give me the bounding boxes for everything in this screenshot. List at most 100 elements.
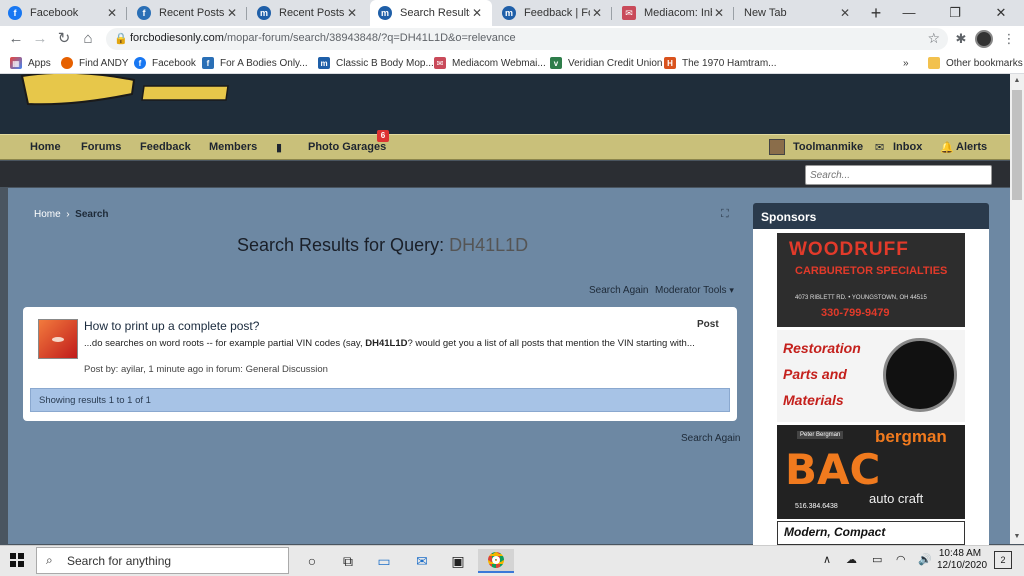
bookmark-mediacom[interactable]: ✉ Mediacom Webmai... [434, 55, 546, 71]
store-icon[interactable]: ▣ [448, 551, 468, 571]
close-tab-icon[interactable]: ✕ [470, 6, 484, 20]
tab-mediacom[interactable]: ✉ Mediacom: Inbox ✕ [614, 0, 734, 26]
task-view-icon[interactable]: ⧉ [338, 551, 358, 571]
close-tab-icon[interactable]: ✕ [345, 6, 359, 20]
close-tab-icon[interactable]: ✕ [590, 6, 604, 20]
mopar-icon: m [378, 6, 392, 20]
mail-app-icon[interactable]: ✉ [412, 551, 432, 571]
close-window-button[interactable]: ✕ [978, 0, 1024, 26]
chevron-down-icon: ▾ [729, 285, 734, 295]
bookmark-classic-b-body[interactable]: m Classic B Body Mop... [318, 55, 434, 71]
ad-woodruff[interactable]: WOODRUFF CARBURETOR SPECIALTIES 4073 RIB… [777, 233, 965, 327]
tab-recent-posts-2[interactable]: m Recent Posts | For ✕ [249, 0, 367, 26]
search-again-link-bottom[interactable]: Search Again [681, 433, 741, 444]
bookmark-veridian[interactable]: v Veridian Credit Union [550, 55, 663, 71]
minimize-button[interactable]: — [886, 0, 932, 26]
site-icon: f [202, 57, 214, 69]
breadcrumb-home[interactable]: Home [34, 209, 61, 220]
veridian-icon: v [550, 57, 562, 69]
tab-facebook[interactable]: f Facebook ✕ [0, 0, 127, 26]
volume-icon[interactable]: 🔊 [918, 553, 932, 566]
nav-home[interactable]: Home [30, 141, 61, 153]
snippet-highlight: DH41L1D [365, 338, 408, 349]
cortana-icon[interactable]: ○ [302, 551, 322, 571]
tab-recent-posts-1[interactable]: f Recent Posts | For ✕ [129, 0, 247, 26]
nav-alerts[interactable]: Alerts [956, 141, 987, 153]
folder-icon [928, 57, 940, 69]
nav-user[interactable]: Toolmanmike [793, 141, 863, 153]
sitemap-icon[interactable]: ⛶ [721, 208, 729, 221]
bookmark-find-andy[interactable]: Find ANDY [61, 55, 128, 71]
close-tab-icon[interactable]: ✕ [838, 6, 852, 20]
profile-avatar[interactable] [975, 30, 993, 48]
close-tab-icon[interactable]: ✕ [712, 6, 726, 20]
nav-members[interactable]: Members [209, 141, 257, 153]
other-bookmarks[interactable]: Other bookmarks [928, 55, 1023, 71]
new-tab-button[interactable]: + [865, 2, 887, 24]
result-avatar[interactable] [38, 319, 78, 359]
forward-button[interactable]: → [30, 29, 50, 49]
scroll-down-arrow[interactable]: ▼ [1010, 530, 1024, 544]
user-avatar[interactable] [769, 139, 785, 155]
bookmark-a-bodies[interactable]: f For A Bodies Only... [202, 55, 308, 71]
ad-restoration-parts[interactable]: Restoration Parts and Materials [777, 330, 965, 422]
photo-garages-badge: 6 [377, 130, 389, 142]
bookmark-facebook[interactable]: f Facebook [134, 55, 196, 71]
ad-bergman-auto-craft[interactable]: Peter Bergman bergman BAC auto craft 516… [777, 425, 965, 519]
page-title: Search Results for Query: DH41L1D [237, 235, 529, 255]
reload-button[interactable]: ↻ [54, 29, 74, 49]
mail-icon: ✉ [622, 6, 636, 20]
site-logo[interactable] [14, 74, 234, 108]
scroll-up-arrow[interactable]: ▲ [1010, 74, 1024, 88]
search-icon: ⌕ [46, 553, 53, 567]
extensions-icon[interactable]: ✱ [952, 30, 970, 48]
bookmarks-bar: ▦ Apps Find ANDY f Facebook f For A Bodies … [0, 52, 1024, 74]
address-bar[interactable]: 🔒 forcbodiesonly.com/mopar-forum/search/… [106, 28, 948, 50]
chrome-icon [488, 552, 504, 568]
chrome-taskbar-button[interactable] [478, 549, 514, 573]
bookmark-hamtramck[interactable]: H The 1970 Hamtram... [664, 55, 776, 71]
windows-start-icon[interactable] [10, 553, 24, 567]
bookmark-icon[interactable]: ▮ [276, 141, 282, 154]
facebook-icon: f [8, 6, 22, 20]
result-title[interactable]: How to print up a complete post? [84, 319, 259, 333]
bookmark-star-icon[interactable]: ☆ [927, 30, 940, 47]
onedrive-icon[interactable]: ☁ [846, 553, 857, 566]
close-tab-icon[interactable]: ✕ [105, 6, 119, 20]
nav-photo-garages[interactable]: Photo Garages [308, 141, 386, 153]
tab-feedback[interactable]: m Feedback | For E B ✕ [494, 0, 612, 26]
bookmarks-overflow[interactable]: » [903, 55, 909, 71]
tray-overflow-icon[interactable]: ∧ [823, 553, 831, 566]
mopar-icon: m [257, 6, 271, 20]
facebook-icon: f [134, 57, 146, 69]
network-icon[interactable]: ▭ [872, 553, 882, 566]
close-tab-icon[interactable]: ✕ [225, 6, 239, 20]
taskbar-search-box[interactable]: Search for anything [36, 547, 289, 574]
nav-feedback[interactable]: Feedback [140, 141, 191, 153]
url-host: forcbodiesonly.com [130, 32, 224, 44]
lock-icon: 🔒 [114, 33, 128, 45]
url-path: /mopar-forum/search/38943848/?q=DH41L1D&… [223, 32, 516, 44]
nav-forums[interactable]: Forums [81, 141, 121, 153]
moderator-tools-button[interactable]: Moderator Tools ▾ [655, 285, 734, 296]
tab-search-results[interactable]: m Search Results for ✕ [370, 0, 492, 26]
ad-modern-compact[interactable]: Modern, Compact [777, 521, 965, 545]
nav-inbox[interactable]: Inbox [893, 141, 922, 153]
file-explorer-icon[interactable]: ▭ [374, 551, 394, 571]
menu-kebab-icon[interactable]: ⋮ [1000, 30, 1018, 48]
system-clock[interactable]: 10:48 AM 12/10/2020 [937, 548, 987, 572]
wifi-icon[interactable]: ◠ [896, 553, 906, 566]
site-icon: f [137, 6, 151, 20]
restore-button[interactable]: ❐ [932, 0, 978, 26]
site-search-input[interactable] [805, 165, 992, 185]
tab-new-tab[interactable]: New Tab ✕ [736, 0, 860, 26]
mopar-icon: m [318, 57, 330, 69]
notification-center-icon[interactable]: 2 [994, 551, 1012, 569]
home-button[interactable]: ⌂ [78, 29, 98, 49]
scrollbar-thumb[interactable] [1012, 90, 1022, 200]
site-navbar: Home Forums Feedback Members ▮ Photo Gar… [0, 134, 1010, 160]
back-button[interactable]: ← [6, 29, 26, 49]
bookmark-apps[interactable]: ▦ Apps [10, 55, 51, 71]
search-again-link-top[interactable]: Search Again [589, 285, 649, 296]
clock-gauge-image [883, 338, 957, 412]
